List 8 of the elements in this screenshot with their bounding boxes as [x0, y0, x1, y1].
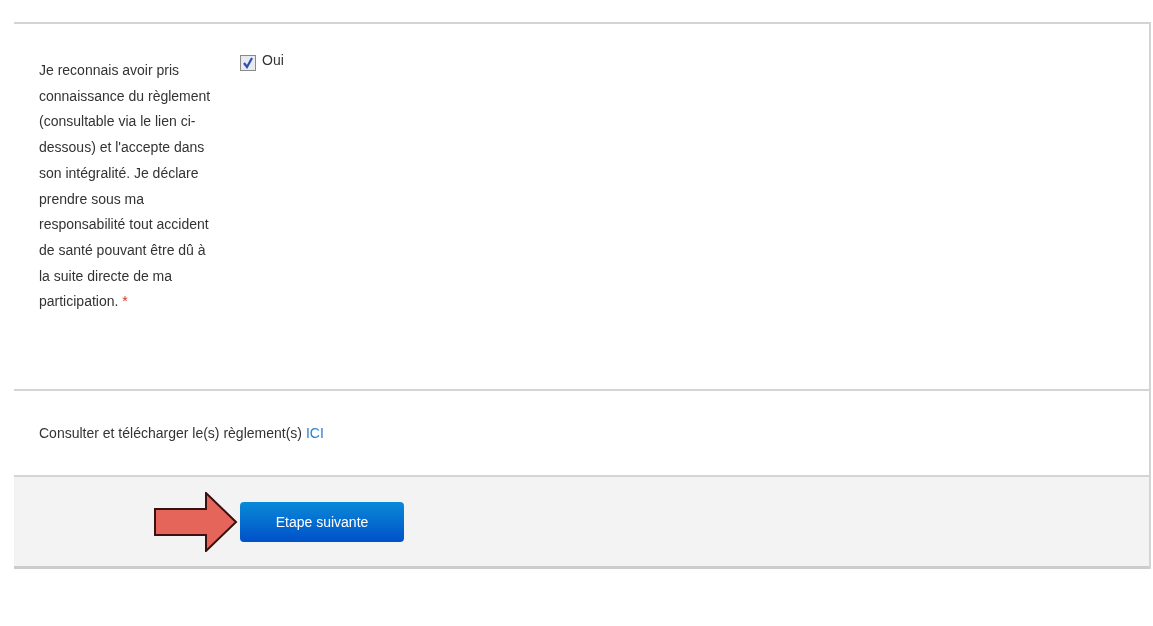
consent-label: Je reconnais avoir pris connaissance du règlement (consultable via le lien ci-dessous) et l'accepte dans son intégralité. Je déclare prendre sous ma responsabilité tout accident de santé pouvant être dû à la suite directe de ma participation. *: [39, 61, 212, 312]
rules-note: Consulter et télécharger le(s) règlement(s) ICI: [39, 425, 324, 441]
checkbox[interactable]: [240, 55, 256, 71]
required-mark: *: [122, 293, 128, 310]
checkbox-label[interactable]: Oui: [262, 52, 284, 68]
arrow-icon: [154, 491, 238, 552]
rules-link[interactable]: ICI: [305, 425, 324, 441]
next-step-button[interactable]: Etape suivante: [240, 501, 404, 542]
